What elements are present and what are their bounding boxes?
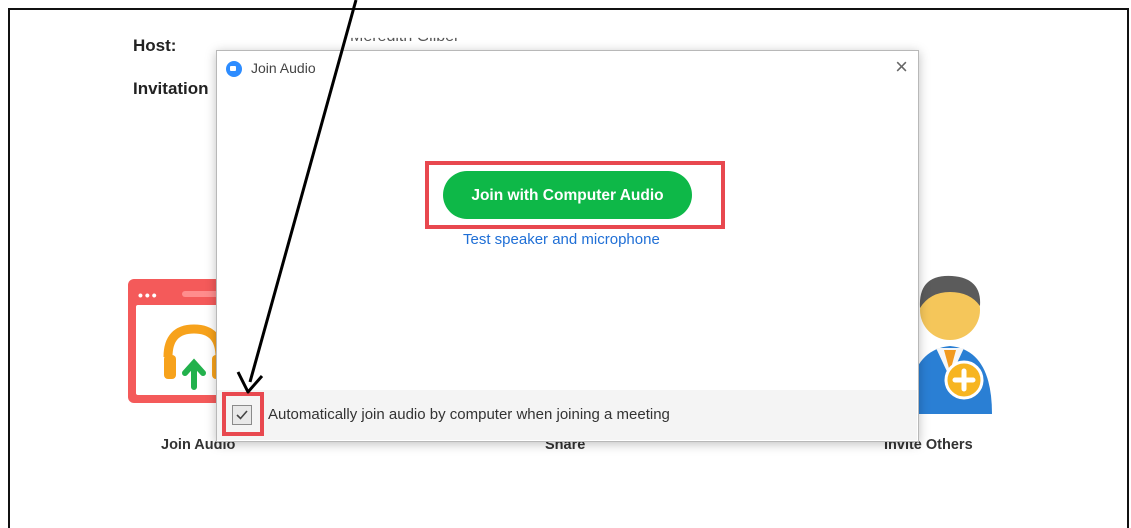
annotation-arrow-icon (236, 0, 358, 394)
